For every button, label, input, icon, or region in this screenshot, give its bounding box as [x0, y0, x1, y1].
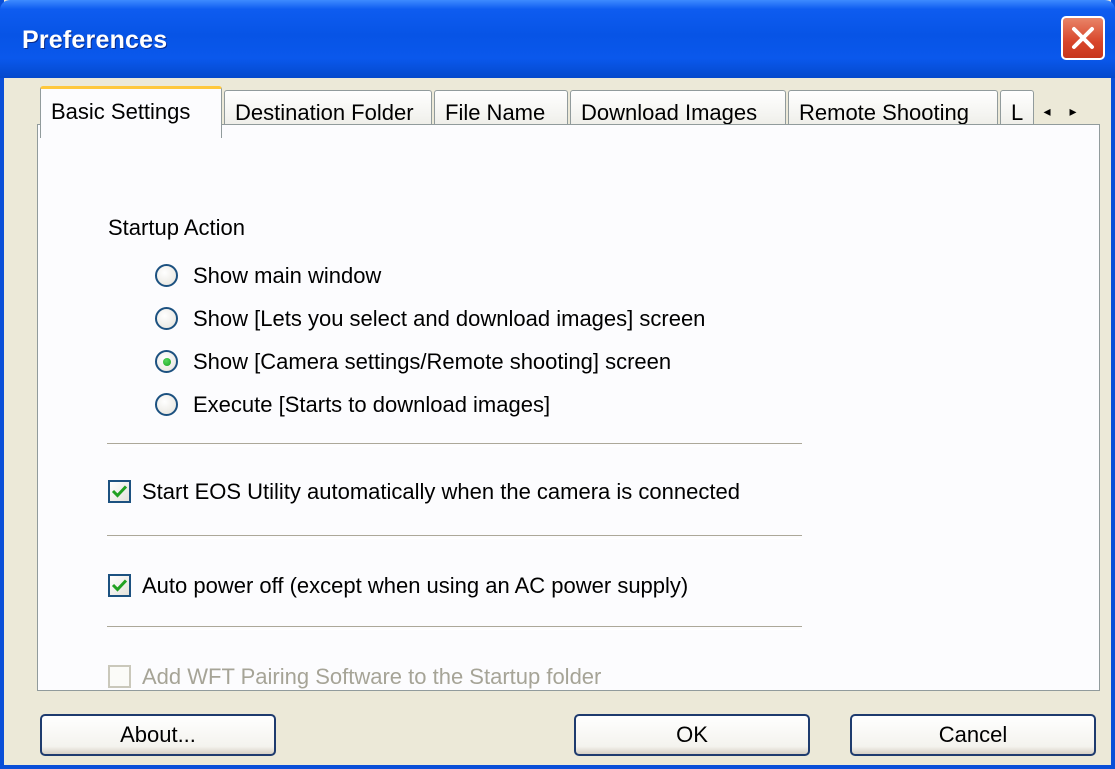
title-bar[interactable]: Preferences — [0, 0, 1115, 78]
checkbox-wft-pairing — [108, 665, 131, 688]
close-button[interactable] — [1061, 16, 1105, 60]
radio-execute-download[interactable] — [155, 393, 178, 416]
separator — [107, 626, 802, 630]
radio-label-show-main-window[interactable]: Show main window — [193, 263, 381, 289]
ok-button[interactable]: OK — [574, 714, 810, 756]
checkmark-icon — [111, 485, 128, 498]
checkbox-label-auto-power-off[interactable]: Auto power off (except when using an AC … — [142, 573, 688, 599]
close-icon — [1072, 27, 1094, 49]
radio-label-show-select-download[interactable]: Show [Lets you select and download image… — [193, 306, 705, 332]
about-button[interactable]: About... — [40, 714, 276, 756]
dialog-body: Basic Settings Destination Folder File N… — [4, 78, 1111, 765]
preferences-dialog: Preferences Basic Settings Destination F… — [0, 0, 1115, 769]
radio-show-select-download[interactable] — [155, 307, 178, 330]
radio-label-show-camera-settings[interactable]: Show [Camera settings/Remote shooting] s… — [193, 349, 671, 375]
cancel-button[interactable]: Cancel — [850, 714, 1096, 756]
checkbox-label-wft-pairing: Add WFT Pairing Software to the Startup … — [142, 664, 602, 689]
radio-label-execute-download[interactable]: Execute [Starts to download images] — [193, 392, 550, 418]
radio-show-main-window[interactable] — [155, 264, 178, 287]
tab-scroll-buttons: ◂ ▸ — [1034, 98, 1094, 124]
checkbox-auto-start[interactable] — [108, 480, 131, 503]
tab-scroll-right-icon[interactable]: ▸ — [1060, 98, 1086, 124]
startup-action-heading: Startup Action — [108, 215, 245, 240]
basic-settings-panel: Startup Action Show main window Show [Le… — [37, 124, 1100, 691]
checkmark-icon — [111, 579, 128, 592]
separator — [107, 443, 802, 447]
tab-basic-settings[interactable]: Basic Settings — [40, 86, 222, 138]
window-title: Preferences — [22, 26, 168, 54]
separator — [107, 535, 802, 539]
radio-selected-dot — [163, 358, 171, 366]
tab-scroll-left-icon[interactable]: ◂ — [1034, 98, 1060, 124]
checkbox-label-auto-start[interactable]: Start EOS Utility automatically when the… — [142, 479, 740, 505]
radio-show-camera-settings[interactable] — [155, 350, 178, 373]
checkbox-auto-power-off[interactable] — [108, 574, 131, 597]
